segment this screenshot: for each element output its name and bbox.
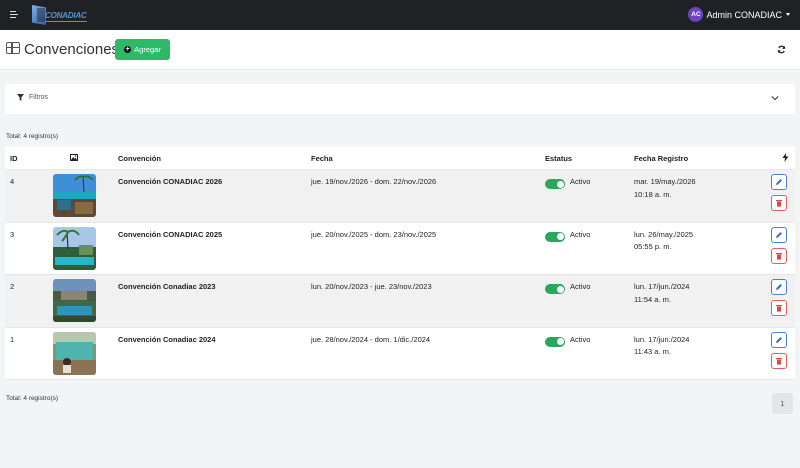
delete-button[interactable] — [771, 300, 787, 316]
filters-label: Filtros — [29, 94, 49, 101]
status-toggle[interactable] — [545, 284, 565, 294]
convention-date: jue. 28/nov./2024 - dom. 1/dic./2024 — [311, 334, 431, 344]
col-id[interactable]: ID — [10, 154, 18, 163]
add-button[interactable]: + Agregar — [115, 39, 170, 60]
convention-thumbnail[interactable] — [53, 331, 96, 375]
status-toggle[interactable] — [545, 179, 565, 189]
delete-button[interactable] — [771, 247, 787, 264]
total-count-bottom: Total: 4 registro(s) — [6, 395, 58, 402]
pencil-icon — [776, 179, 782, 185]
registered-day: lun. 26/may./2025 — [634, 229, 694, 239]
pencil-icon — [776, 231, 782, 238]
refresh-icon[interactable] — [777, 45, 786, 54]
pencil-icon — [776, 336, 782, 343]
trash-icon — [776, 252, 782, 260]
status-label: Activo — [570, 282, 591, 291]
status-toggle[interactable] — [545, 231, 565, 242]
convention-thumbnail[interactable] — [53, 226, 96, 270]
col-registered[interactable]: Fecha Registro — [634, 154, 688, 163]
chevron-down-icon[interactable] — [771, 94, 779, 102]
total-count-top: Total: 4 registro(s) — [6, 133, 58, 140]
filter-icon — [17, 94, 24, 101]
edit-button[interactable] — [771, 331, 787, 348]
row-id: 4 — [10, 177, 15, 186]
table-row: 3 Convención CONADIAC 2025 jue. 20/nov./… — [5, 223, 795, 275]
pagination-page-button[interactable]: 1 — [772, 393, 793, 414]
total-value: 4 registro(s) — [23, 395, 59, 402]
pencil-icon — [776, 284, 782, 290]
total-value: 4 registro(s) — [23, 133, 59, 140]
plus-circle-icon: + — [124, 46, 132, 53]
trash-icon — [776, 200, 782, 207]
table-row: 1 Convención Conadiac 2024 jue. 28/nov./… — [5, 328, 795, 380]
convention-name: Convención Conadiac 2023 — [118, 282, 216, 291]
registered-date: lun. 17/jun./2024 11:43 a. m. — [634, 334, 689, 359]
col-convention[interactable]: Convención — [118, 154, 161, 163]
registered-time: 11:43 a. m. — [634, 347, 671, 356]
table-row: 4 Convención CONADIAC 2026 jue. 19/nov./… — [5, 170, 795, 223]
row-id: 1 — [10, 334, 15, 344]
registered-time: 05:55 p. m. — [634, 242, 672, 251]
table-row: 2 Convención Conadiac 2023 lun. 20/nov./… — [5, 275, 795, 328]
total-label: Total: — [6, 395, 22, 402]
convention-date: lun. 20/nov./2023 - jue. 23/nov./2023 — [311, 282, 432, 291]
convention-name: Convención Conadiac 2024 — [118, 334, 216, 344]
col-date[interactable]: Fecha — [311, 154, 333, 163]
row-id: 2 — [10, 282, 15, 291]
status-toggle[interactable] — [545, 336, 565, 347]
registered-day: mar. 19/may./2026 — [634, 177, 696, 186]
delete-button[interactable] — [771, 352, 787, 369]
menu-toggle-icon[interactable] — [10, 11, 18, 19]
top-navbar: CONADIAC AC Admin CONADIAC — [0, 0, 800, 30]
registered-time: 11:54 a. m. — [634, 294, 671, 304]
registered-time: 10:18 a. m. — [634, 189, 672, 199]
bolt-icon — [782, 153, 789, 162]
convention-thumbnail[interactable] — [53, 279, 96, 322]
col-status[interactable]: Estatus — [545, 154, 572, 163]
registered-date: lun. 26/may./2025 05:55 p. m. — [634, 229, 693, 254]
edit-button[interactable] — [771, 174, 787, 190]
registered-date: mar. 19/may./2026 10:18 a. m. — [634, 176, 696, 201]
user-menu[interactable]: AC Admin CONADIAC — [688, 7, 790, 22]
status-label: Activo — [570, 334, 591, 344]
row-id: 3 — [10, 229, 15, 239]
filters-panel[interactable]: Filtros — [5, 84, 795, 114]
caret-down-icon — [786, 13, 790, 16]
image-icon — [70, 154, 78, 161]
table-grid-icon — [6, 42, 20, 54]
conadiac-logo[interactable]: CONADIAC — [30, 4, 115, 27]
table-header: ID Convención Fecha Estatus Fecha Regist… — [5, 147, 795, 170]
registered-day: lun. 17/jun./2024 — [634, 282, 690, 291]
convention-thumbnail[interactable] — [53, 174, 96, 217]
edit-button[interactable] — [771, 226, 787, 243]
registered-day: lun. 17/jun./2024 — [634, 334, 690, 344]
delete-button[interactable] — [771, 195, 787, 211]
user-name: Admin CONADIAC — [706, 9, 782, 20]
page-title: Convenciones — [24, 41, 120, 58]
add-button-label: Agregar — [134, 45, 161, 54]
convention-date: jue. 20/nov./2025 - dom. 23/nov./2025 — [311, 229, 437, 239]
conventions-table: ID Convención Fecha Estatus Fecha Regist… — [5, 147, 795, 380]
trash-icon — [776, 357, 782, 365]
trash-icon — [776, 305, 782, 312]
total-label: Total: — [6, 133, 22, 140]
convention-date: jue. 19/nov./2026 - dom. 22/nov./2026 — [311, 177, 437, 186]
status-label: Activo — [570, 177, 591, 186]
avatar: AC — [688, 7, 704, 22]
registered-date: lun. 17/jun./2024 11:54 a. m. — [634, 281, 689, 306]
convention-name: Convención CONADIAC 2025 — [118, 229, 223, 239]
convention-name: Convención CONADIAC 2026 — [118, 177, 223, 186]
logo-text: CONADIAC — [45, 11, 87, 22]
edit-button[interactable] — [771, 279, 787, 295]
status-label: Activo — [570, 229, 591, 239]
page-header: Convenciones + Agregar — [0, 30, 800, 70]
